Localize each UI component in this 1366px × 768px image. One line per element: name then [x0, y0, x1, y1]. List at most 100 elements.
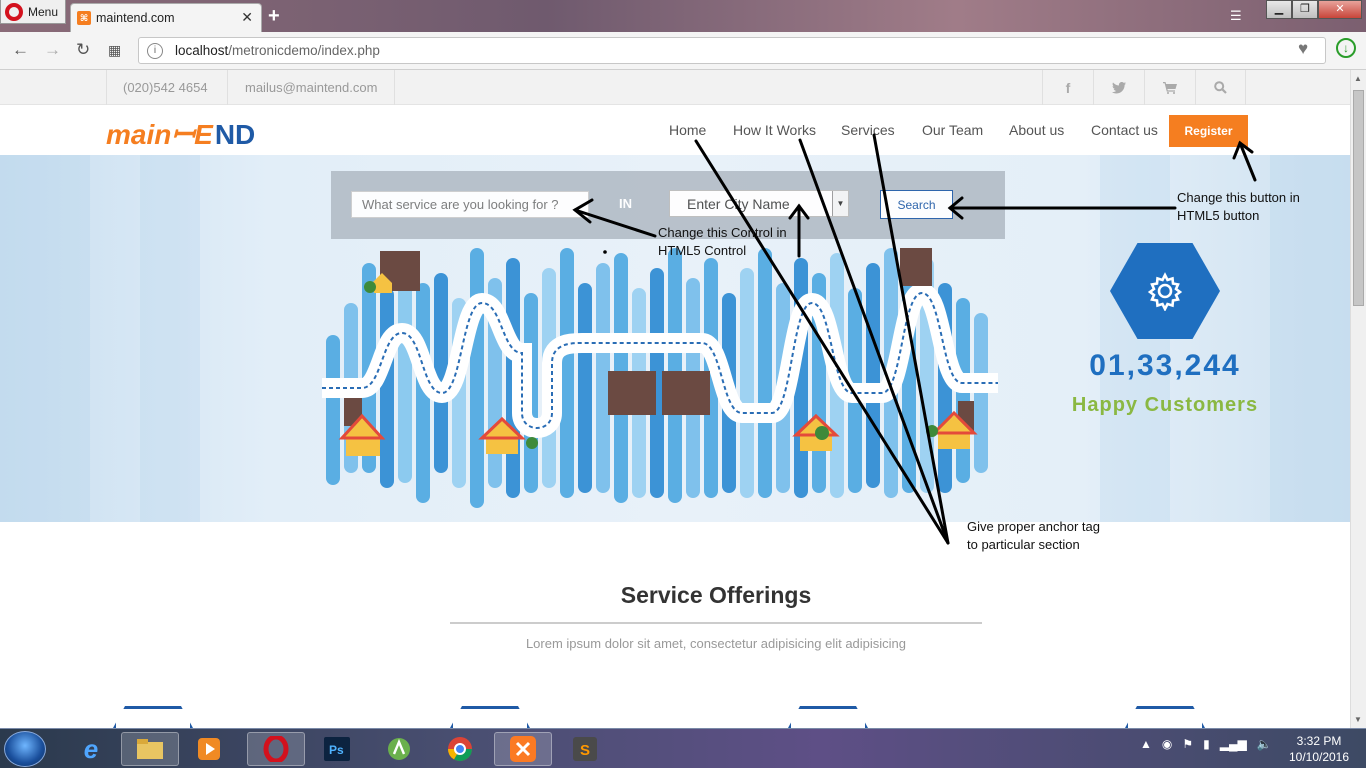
city-select-value: Enter City Name	[687, 195, 790, 212]
hero-section: IN Enter City Name ▼ Search	[0, 155, 1350, 522]
back-icon[interactable]: ←	[12, 40, 29, 60]
hero-blur-2	[140, 155, 200, 522]
search-icon[interactable]	[1195, 70, 1246, 105]
logo-part-main: mainꟷE	[106, 119, 213, 150]
start-button[interactable]	[4, 731, 46, 767]
url-host: localhost	[175, 43, 229, 58]
clock-date: 10/10/2016	[1288, 750, 1350, 764]
logo-part-nd: ND	[214, 119, 256, 150]
service-search-input[interactable]	[351, 191, 589, 218]
reload-icon[interactable]: ↻	[76, 40, 90, 60]
section-title: Service Offerings	[620, 582, 812, 608]
menu-label: Menu	[28, 4, 59, 19]
clock-time: 3:32 PM	[1296, 734, 1342, 748]
tab-title: maintend.com	[96, 11, 175, 25]
city-select[interactable]: Enter City Name ▼	[669, 190, 849, 217]
opera-logo-icon	[5, 2, 23, 21]
annotation-control-line2: HTML5 Control	[658, 243, 747, 258]
nav-contact-us[interactable]: Contact us	[1091, 122, 1158, 138]
cart-icon[interactable]	[1144, 70, 1195, 105]
annotation-button-line1: Change this button in	[1177, 190, 1300, 205]
nav-about-us[interactable]: About us	[1009, 122, 1064, 138]
download-icon[interactable]: ↓	[1336, 38, 1356, 58]
address-bar: ← → ↻ ▦ i localhost/metronicdemo/index.p…	[0, 32, 1366, 70]
offering-hexagon-4	[1125, 706, 1205, 728]
speed-dial-icon[interactable]: ▦	[108, 42, 121, 59]
action-center-icon[interactable]: ⚑	[1182, 737, 1193, 751]
taskbar-clock[interactable]: 3:32 PM 10/10/2016	[1284, 733, 1354, 765]
opera-taskbar-icon[interactable]	[247, 732, 305, 766]
file-explorer-icon[interactable]	[121, 732, 179, 766]
email-address[interactable]: mailus@maintend.com	[227, 70, 395, 105]
in-label: IN	[619, 196, 632, 211]
annotation-anchor-line1: Give proper anchor tag	[967, 519, 1100, 534]
show-hidden-icons-icon[interactable]: ▲	[1140, 737, 1152, 751]
page-scrollbar[interactable]: ▲ ▼	[1350, 70, 1366, 728]
web-page: (020)542 4654 mailus@maintend.com f main…	[0, 70, 1350, 728]
opera-menu-button[interactable]: Menu	[0, 0, 66, 24]
system-tray: ▲ ◉ ⚑ ▮ ▂▄▆ 🔈	[1140, 737, 1272, 751]
contact-topbar: (020)542 4654 mailus@maintend.com f	[0, 70, 1350, 105]
network-sync-icon[interactable]: ◉	[1162, 737, 1172, 751]
facebook-icon[interactable]: f	[1042, 70, 1093, 105]
browser-titlebar: Menu ⌘ maintend.com ✕ + ☰ ▁ ❐ ✕	[0, 0, 1366, 32]
signal-icon[interactable]: ▂▄▆	[1220, 737, 1247, 751]
site-logo[interactable]: mainꟷE ND	[106, 115, 255, 153]
url-field[interactable]: i localhost/metronicdemo/index.php	[138, 37, 1326, 64]
twitter-icon[interactable]	[1093, 70, 1144, 105]
maximize-icon[interactable]: ❐	[1292, 0, 1318, 19]
section-divider	[450, 622, 982, 624]
nav-our-team[interactable]: Our Team	[922, 122, 983, 138]
chrome-icon[interactable]	[431, 732, 489, 766]
nav-home[interactable]: Home	[669, 122, 706, 138]
customer-counter: 01,33,244 Happy Customers	[1060, 243, 1270, 423]
xampp-icon[interactable]	[494, 732, 552, 766]
site-header: mainꟷE ND Home How It Works Services Our…	[0, 105, 1350, 155]
windows-taskbar: e Ps S ▲ ◉ ⚑ ▮ ▂▄▆ 🔈 3:32 PM 10/10/2016	[0, 728, 1366, 768]
sublime-text-icon[interactable]: S	[556, 732, 614, 766]
annotation-anchor-note: Give proper anchor tag to particular sec…	[967, 518, 1100, 554]
hero-blur-left	[0, 155, 90, 522]
device-icon[interactable]: ▮	[1203, 737, 1210, 751]
tab-close-icon[interactable]: ✕	[241, 9, 253, 26]
gear-hexagon	[1110, 243, 1220, 339]
customer-count: 01,33,244	[1089, 349, 1241, 382]
photoshop-icon[interactable]: Ps	[308, 732, 366, 766]
scroll-down-icon[interactable]: ▼	[1354, 715, 1362, 724]
customer-count-label: Happy Customers	[1071, 394, 1259, 416]
minimize-icon[interactable]: ▁	[1266, 0, 1292, 19]
browser-tab[interactable]: ⌘ maintend.com ✕	[70, 3, 262, 32]
offering-hexagon-2	[450, 706, 530, 728]
android-studio-icon[interactable]	[370, 732, 428, 766]
offering-hexagon-1	[113, 706, 193, 728]
nav-how-it-works[interactable]: How It Works	[733, 122, 816, 138]
media-player-icon[interactable]	[180, 732, 238, 766]
annotation-control-note: Change this Control in HTML5 Control	[658, 224, 787, 260]
phone-number: (020)542 4654	[106, 70, 226, 105]
annotation-anchor-line2: to particular section	[967, 537, 1080, 552]
new-tab-icon[interactable]: +	[268, 5, 280, 28]
tab-menu-icon[interactable]: ☰	[1230, 8, 1242, 24]
svg-text:S: S	[580, 742, 590, 759]
register-button[interactable]: Register	[1169, 115, 1248, 147]
site-info-icon[interactable]: i	[147, 43, 163, 59]
scroll-thumb[interactable]	[1353, 90, 1364, 306]
nav-services[interactable]: Services	[841, 122, 895, 138]
annotation-button-note: Change this button in HTML5 button	[1177, 189, 1300, 225]
offering-hexagon-3	[788, 706, 868, 728]
bookmark-heart-icon[interactable]: ♥	[1298, 39, 1308, 59]
svg-text:Ps: Ps	[329, 743, 344, 757]
volume-icon[interactable]: 🔈	[1257, 737, 1272, 751]
annotation-control-line1: Change this Control in	[658, 225, 787, 240]
scroll-up-icon[interactable]: ▲	[1354, 74, 1362, 83]
internet-explorer-icon[interactable]: e	[62, 732, 120, 766]
close-window-icon[interactable]: ✕	[1318, 0, 1362, 19]
site-favicon-icon: ⌘	[77, 11, 91, 25]
url-path: /metronicdemo/index.php	[228, 43, 380, 58]
gear-icon	[1147, 272, 1183, 311]
annotation-button-line2: HTML5 button	[1177, 208, 1260, 223]
search-button[interactable]: Search	[880, 190, 953, 219]
window-controls: ▁ ❐ ✕	[1266, 0, 1362, 19]
chevron-down-icon[interactable]: ▼	[832, 191, 848, 216]
forward-icon[interactable]: →	[44, 40, 61, 60]
